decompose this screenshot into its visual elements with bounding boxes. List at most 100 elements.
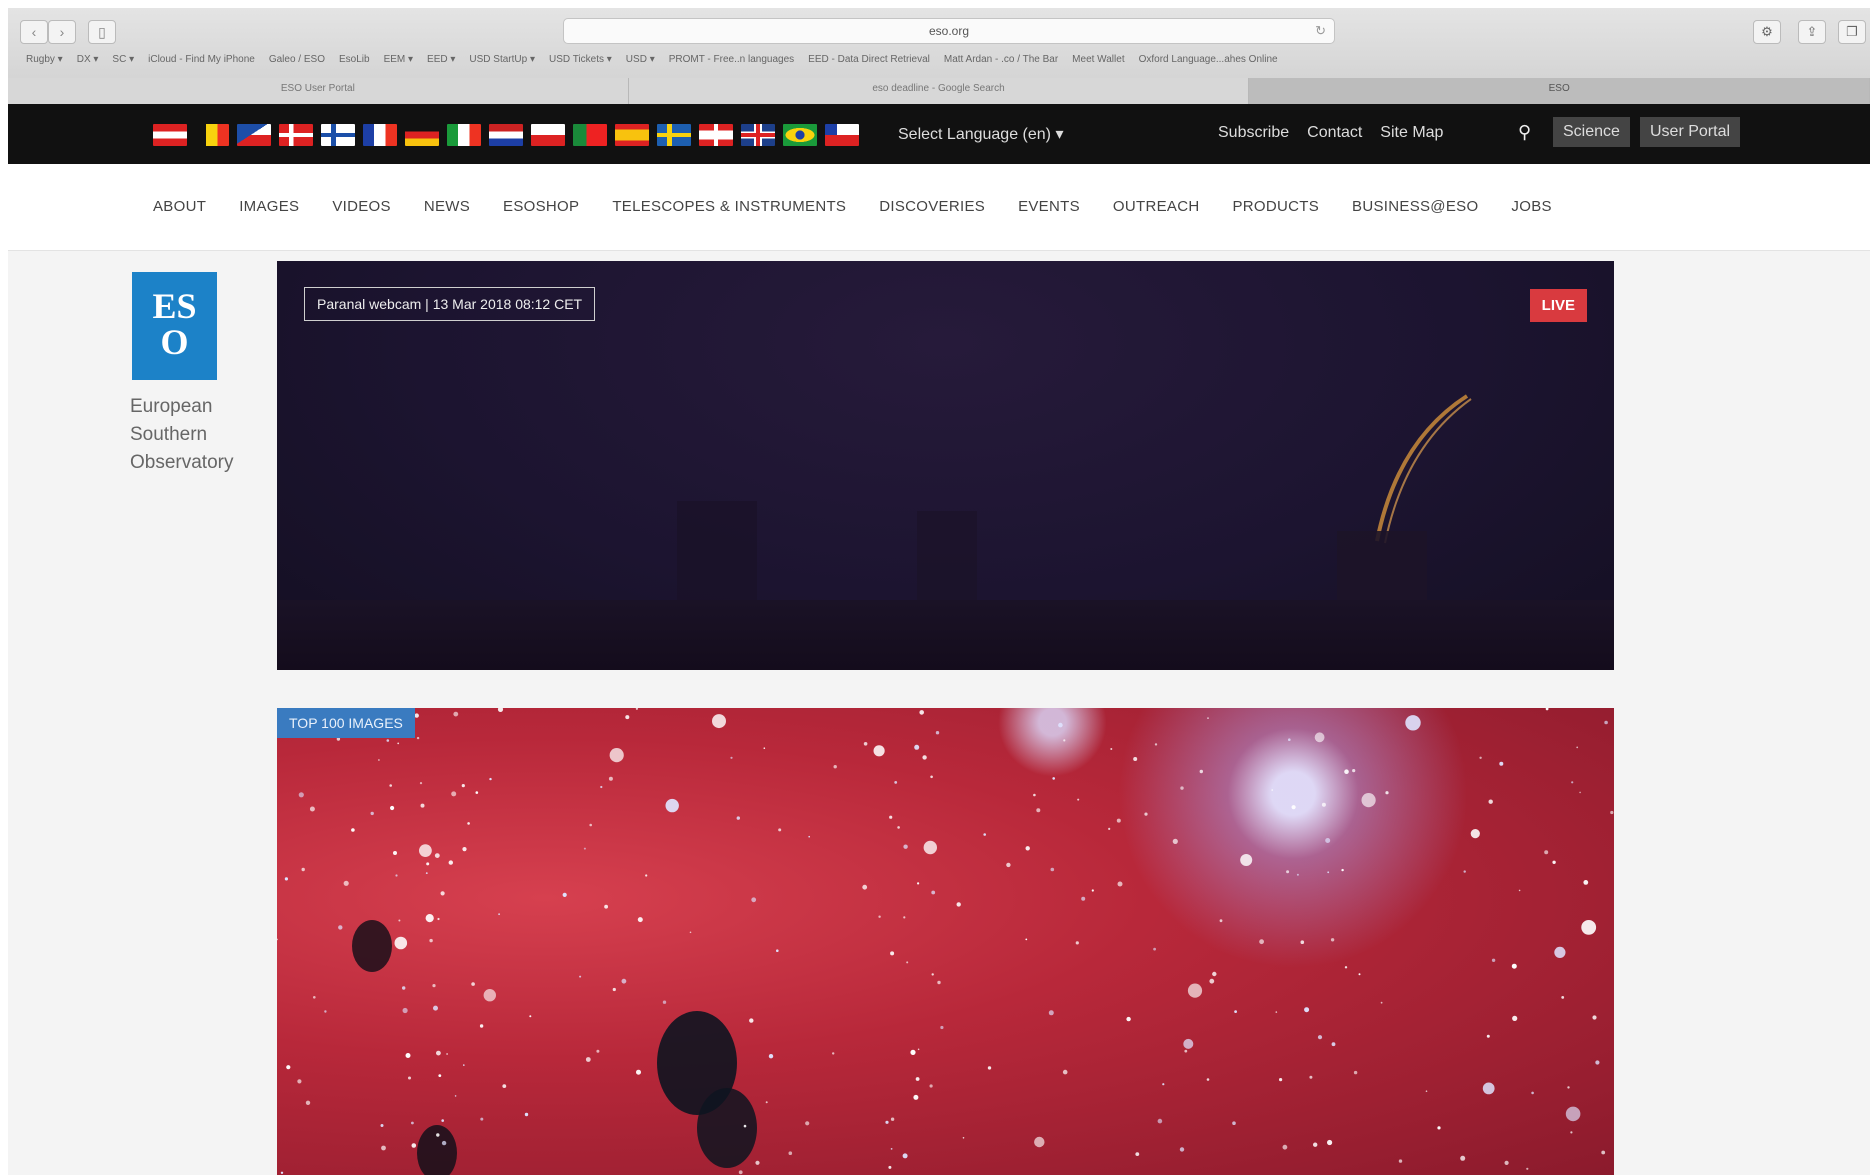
featured-image[interactable]: TOP 100 IMAGES <box>277 708 1614 1175</box>
bookmark-item[interactable]: PROMT - Free..n languages <box>669 54 794 72</box>
star <box>935 731 940 735</box>
flag-czech-icon[interactable] <box>237 124 271 146</box>
flag-brazil-icon[interactable] <box>783 124 817 146</box>
star <box>309 806 315 812</box>
star <box>903 844 908 849</box>
nav-item-outreach[interactable]: OUTREACH <box>1113 198 1200 215</box>
bookmark-item[interactable]: EED ▾ <box>427 54 455 72</box>
bookmark-item[interactable]: DX ▾ <box>77 54 99 72</box>
star <box>420 803 425 808</box>
star <box>1286 870 1290 874</box>
star <box>1209 978 1215 984</box>
flag-uk-icon[interactable] <box>741 124 775 146</box>
star <box>878 915 881 918</box>
bookmark-item[interactable]: Oxford Language...ahes Online <box>1139 54 1278 72</box>
flag-italy-icon[interactable] <box>447 124 481 146</box>
browser-tab[interactable]: eso deadline - Google Search <box>628 78 1250 104</box>
star <box>425 872 428 874</box>
star <box>1075 941 1079 945</box>
flag-germany-icon[interactable] <box>405 124 439 146</box>
star <box>1279 1078 1283 1082</box>
user-portal-button[interactable]: User Portal <box>1640 117 1741 147</box>
star <box>589 823 592 827</box>
star <box>832 1052 835 1055</box>
site-map-link[interactable]: Site Map <box>1380 124 1443 142</box>
contact-link[interactable]: Contact <box>1307 124 1362 142</box>
star <box>931 890 936 895</box>
nav-item-events[interactable]: EVENTS <box>1018 198 1080 215</box>
nav-item-about[interactable]: ABOUT <box>153 198 206 215</box>
star <box>297 1079 302 1084</box>
nav-item-business-eso[interactable]: BUSINESS@ESO <box>1352 198 1478 215</box>
flag-austria-icon[interactable] <box>153 124 187 146</box>
subscribe-link[interactable]: Subscribe <box>1218 124 1289 142</box>
science-button[interactable]: Science <box>1553 117 1630 147</box>
forward-button[interactable]: › <box>48 20 76 44</box>
webcam-panel[interactable]: Paranal webcam | 13 Mar 2018 08:12 CET L… <box>277 261 1614 670</box>
bookmark-item[interactable]: iCloud - Find My iPhone <box>148 54 255 72</box>
star <box>398 919 401 922</box>
browser-tab[interactable]: ESO User Portal <box>8 78 629 104</box>
sidebar-toggle-icon[interactable]: ▯ <box>88 20 116 44</box>
star <box>833 765 837 769</box>
star <box>743 1124 747 1128</box>
bookmark-item[interactable]: Galeo / ESO <box>269 54 325 72</box>
star <box>906 961 909 964</box>
bookmark-item[interactable]: Meet Wallet <box>1072 54 1124 72</box>
star <box>1077 798 1080 801</box>
reload-icon[interactable]: ↻ <box>1315 19 1326 43</box>
nav-item-videos[interactable]: VIDEOS <box>332 198 390 215</box>
bookmark-item[interactable]: EsoLib <box>339 54 370 72</box>
flag-chile-icon[interactable] <box>825 124 859 146</box>
star <box>1592 1015 1597 1020</box>
flag-finland-icon[interactable] <box>321 124 355 146</box>
tabs-overview-icon[interactable]: ❐ <box>1838 20 1866 44</box>
nav-item-telescopes-instruments[interactable]: TELESCOPES & INSTRUMENTS <box>612 198 846 215</box>
nav-item-jobs[interactable]: JOBS <box>1511 198 1551 215</box>
star <box>436 1050 441 1056</box>
nav-item-esoshop[interactable]: ESOSHOP <box>503 198 579 215</box>
star <box>426 862 430 866</box>
bookmark-item[interactable]: EED - Data Direct Retrieval <box>808 54 930 72</box>
flag-france-icon[interactable] <box>363 124 397 146</box>
star <box>1571 781 1574 784</box>
flag-portugal-icon[interactable] <box>573 124 607 146</box>
star-field <box>277 708 1614 1175</box>
eso-logo[interactable]: ES O <box>132 272 217 380</box>
nav-item-products[interactable]: PRODUCTS <box>1232 198 1319 215</box>
bookmark-item[interactable]: USD ▾ <box>626 54 655 72</box>
star <box>712 714 726 729</box>
address-bar[interactable]: eso.org ↻ <box>563 18 1335 44</box>
bookmark-item[interactable]: Matt Ardan - .co / The Bar <box>944 54 1058 72</box>
top-100-label[interactable]: TOP 100 IMAGES <box>277 708 415 738</box>
bookmark-item[interactable]: USD StartUp ▾ <box>469 54 535 72</box>
flag-switzerland-icon[interactable] <box>699 124 733 146</box>
nav-item-discoveries[interactable]: DISCOVERIES <box>879 198 985 215</box>
nav-item-images[interactable]: IMAGES <box>239 198 299 215</box>
star <box>1110 748 1113 750</box>
star <box>919 710 924 715</box>
search-icon[interactable]: ⚲ <box>1518 122 1531 143</box>
browser-tab[interactable]: ESO <box>1249 78 1870 104</box>
bookmark-item[interactable]: USD Tickets ▾ <box>549 54 612 72</box>
flag-poland-icon[interactable] <box>531 124 565 146</box>
share-icon[interactable]: ⇪ <box>1798 20 1826 44</box>
star <box>454 1095 457 1097</box>
star <box>1048 1010 1054 1016</box>
settings-icon[interactable]: ⚙ <box>1753 20 1781 44</box>
flag-spain-icon[interactable] <box>615 124 649 146</box>
star <box>436 1133 440 1137</box>
browser-window: ‹ › ▯ eso.org ↻ ⚙ ⇪ ❐ Rugby ▾ DX ▾ SC ▾ iCl… <box>8 8 1870 1175</box>
bookmark-item[interactable]: SC ▾ <box>112 54 134 72</box>
flag-belgium-icon[interactable] <box>195 124 229 146</box>
nav-item-news[interactable]: NEWS <box>424 198 470 215</box>
flag-sweden-icon[interactable] <box>657 124 691 146</box>
flag-denmark-icon[interactable] <box>279 124 313 146</box>
language-select[interactable]: Select Language (en) ▾ <box>898 124 1063 144</box>
star <box>389 784 392 787</box>
bookmark-item[interactable]: Rugby ▾ <box>26 54 63 72</box>
bookmark-item[interactable]: EEM ▾ <box>384 54 413 72</box>
star <box>1219 919 1223 923</box>
flag-netherlands-icon[interactable] <box>489 124 523 146</box>
back-button[interactable]: ‹ <box>20 20 48 44</box>
